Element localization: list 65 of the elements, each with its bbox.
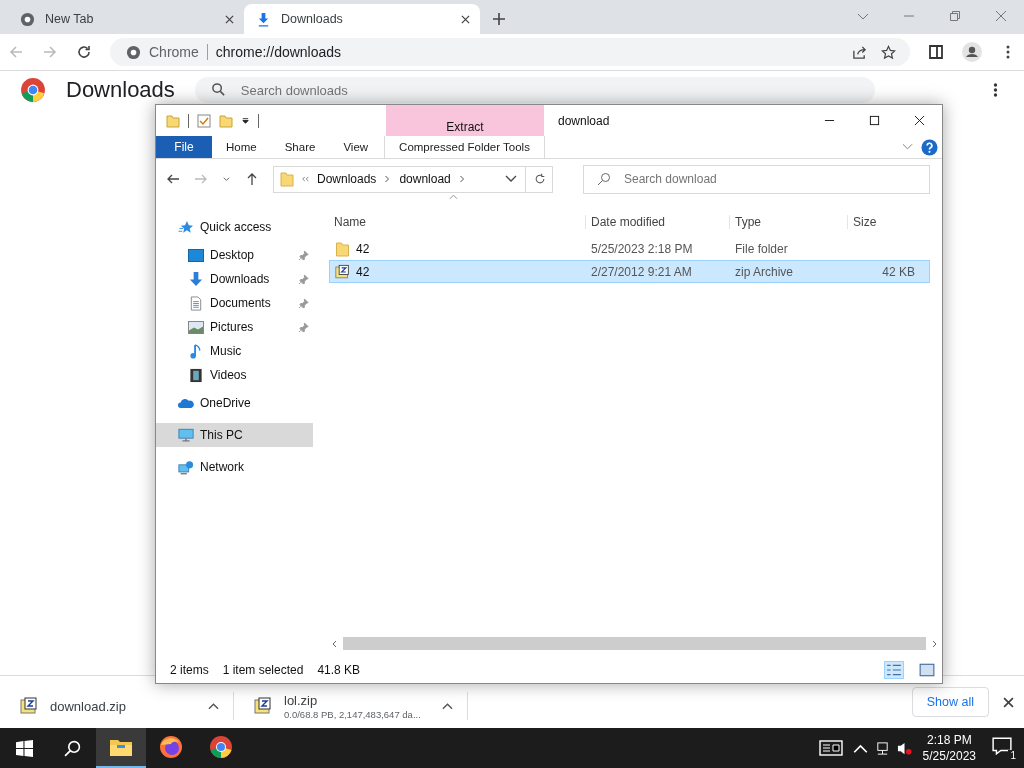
file-name: download.zip	[50, 698, 127, 714]
nav-item[interactable]: Desktop	[156, 243, 313, 267]
ribbon-tab[interactable]: Share	[270, 136, 330, 158]
download-status: 0.0/68.8 PB, 2,147,483,647 da...	[284, 708, 422, 720]
page-title: Downloads	[66, 78, 175, 102]
column-header[interactable]: Name	[329, 215, 585, 229]
nav-item[interactable]: Downloads	[156, 267, 313, 291]
url-text: chrome://downloads	[215, 44, 342, 60]
nav-item[interactable]: OneDrive	[156, 391, 313, 415]
nav-item[interactable]: Quick access	[156, 215, 313, 239]
nav-item[interactable]: Music	[156, 339, 313, 363]
browser-tab[interactable]: New Tab	[8, 4, 244, 34]
selection-info: 1 item selected	[222, 663, 304, 677]
context-tab-label: Extract	[446, 120, 484, 134]
window-title: download	[558, 113, 610, 128]
tab-title: New Tab	[45, 12, 95, 26]
size-cell: 42 KB	[882, 264, 915, 279]
nav-label: Videos	[210, 368, 247, 382]
breadcrumb-item[interactable]: Downloads	[317, 172, 377, 186]
file-name: lol.zip	[284, 692, 319, 708]
clock-date: 5/25/2023	[922, 748, 976, 764]
search-field[interactable]: Search downloads	[194, 77, 875, 103]
selection-size: 41.8 KB	[317, 663, 361, 677]
file-row[interactable]: 42 5/25/2023 2:18 PM File folder	[329, 237, 930, 260]
type-cell-text: File folder	[734, 241, 789, 256]
column-header[interactable]: Date modified	[585, 215, 729, 229]
nav-label: Network	[200, 460, 244, 474]
file-name: 42	[356, 264, 370, 279]
nav-item[interactable]: Documents	[156, 291, 313, 315]
nav-label: Music	[210, 344, 242, 358]
nav-item[interactable]: Videos	[156, 363, 313, 387]
nav-item[interactable]: This PC	[156, 423, 313, 447]
clock-time: 2:18 PM	[926, 732, 972, 748]
ribbon-tab[interactable]: Home	[212, 136, 271, 158]
item-count: 2 items	[170, 663, 209, 677]
nav-label: This PC	[200, 428, 243, 442]
breadcrumb-item[interactable]: download	[399, 172, 451, 186]
notification-count: 1	[1008, 750, 1018, 761]
ribbon-tab[interactable]: View	[329, 136, 383, 158]
address-field[interactable]: Downloads download	[273, 165, 553, 193]
nav-item[interactable]: Network	[156, 455, 313, 479]
date-cell-text: 5/25/2023 2:18 PM	[590, 241, 694, 256]
browser-tab[interactable]: Downloads	[244, 4, 480, 34]
search-field[interactable]: Search download	[583, 164, 930, 194]
column-header[interactable]: Type	[729, 215, 847, 229]
nav-label: Documents	[210, 296, 271, 310]
tab-title: Downloads	[281, 12, 344, 26]
download-item[interactable]: lol.zip 0.0/68.8 PB, 2,147,483,647 da...	[234, 692, 468, 720]
nav-item[interactable]: Pictures	[156, 315, 313, 339]
date-cell-text: 2/27/2012 9:21 AM	[590, 264, 693, 279]
file-row[interactable]: 42 2/27/2012 9:21 AM zip Archive 42 KB	[329, 260, 930, 283]
site-label: Chrome	[149, 44, 199, 60]
file-menu-button[interactable]: File	[156, 136, 212, 158]
file-name: 42	[356, 241, 370, 256]
address-bar[interactable]: Chrome chrome://downloads	[110, 38, 910, 66]
column-header[interactable]: Size	[847, 215, 917, 229]
nav-label: Downloads	[210, 272, 270, 286]
show-all-button[interactable]: Show all	[911, 687, 989, 717]
nav-label: OneDrive	[200, 396, 251, 410]
context-ribbon-tab[interactable]: Compressed Folder Tools	[384, 136, 545, 158]
nav-label: Quick access	[200, 220, 272, 234]
nav-label: Pictures	[210, 320, 254, 334]
type-cell-text: zip Archive	[734, 264, 795, 279]
nav-label: Desktop	[210, 248, 255, 262]
download-item[interactable]: download.zip	[0, 692, 234, 720]
